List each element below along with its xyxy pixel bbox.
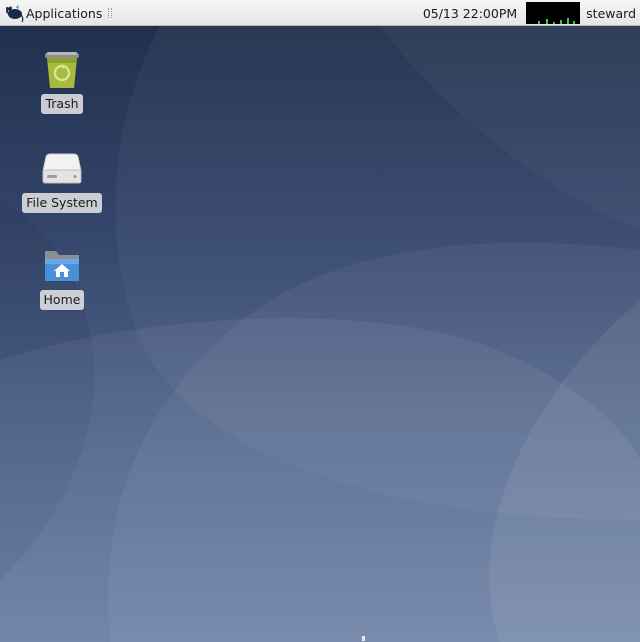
drive-icon (40, 149, 84, 189)
desktop-icon-label: Trash (41, 94, 83, 114)
cpu-graph-spike (573, 21, 576, 24)
applications-menu-label: Applications (26, 5, 103, 21)
desktop-icon-label: File System (22, 193, 102, 213)
cpu-graph-spike (560, 20, 563, 24)
mouse-cursor (362, 636, 365, 641)
applications-menu[interactable]: Applications (4, 0, 113, 26)
clock[interactable]: 05/13 22:00PM (423, 6, 517, 21)
cpu-graph-spike (553, 22, 556, 24)
cpu-graph-spike (546, 19, 549, 24)
cpu-graph-spike (538, 21, 541, 24)
panel-right-area: 05/13 22:00PM steward (423, 0, 636, 26)
desktop-icon-file-system[interactable]: File System (22, 149, 102, 213)
top-panel: Applications 05/13 22:00PM steward (0, 0, 640, 26)
desktop-icon-trash[interactable]: Trash (36, 50, 88, 114)
desktop[interactable]: Applications 05/13 22:00PM steward Trash… (0, 0, 640, 642)
cpu-graph-spike (567, 18, 570, 24)
desktop-icon-label: Home (39, 290, 85, 310)
cpu-graph-icon[interactable] (526, 2, 581, 24)
desktop-icon-home[interactable]: Home (36, 246, 88, 310)
home-folder-icon (40, 246, 84, 286)
trash-icon (40, 50, 84, 90)
panel-separator (108, 8, 113, 18)
user-menu[interactable]: steward (586, 6, 636, 21)
xfce-mouse-icon (6, 5, 24, 23)
wallpaper (0, 26, 640, 642)
